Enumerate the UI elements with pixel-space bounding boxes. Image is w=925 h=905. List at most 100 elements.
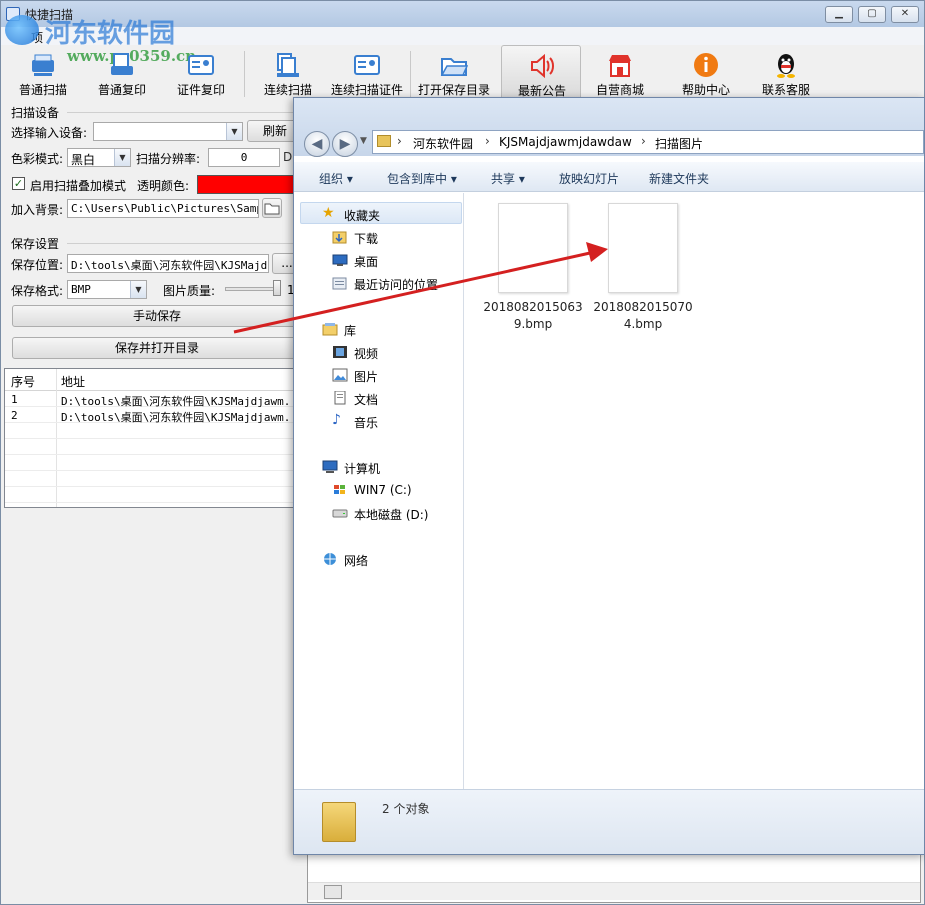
file-item[interactable]: 20180820150639.bmp <box>483 203 583 333</box>
download-folder-icon <box>332 231 347 244</box>
contact-service-label: 联系客服 <box>761 83 810 97</box>
network-icon <box>324 553 336 565</box>
nav-computer-label: 计算机 <box>344 462 381 476</box>
new-folder-button[interactable]: 新建文件夹 <box>649 170 709 187</box>
contact-service-button[interactable]: 联系客服 <box>746 45 826 101</box>
row-index: 1 <box>11 393 18 406</box>
address-bar[interactable]: › 河东软件园 › KJSMajdjawmjdawdaw › 扫描图片 <box>372 130 924 154</box>
overlay-checkbox[interactable]: ✓ <box>12 177 25 190</box>
share-menu[interactable]: 共享 ▾ <box>491 170 525 187</box>
toolbar-separator <box>410 51 411 97</box>
store-label: 自营商城 <box>595 83 644 97</box>
normal-scan-button[interactable]: 普通扫描 <box>3 45 83 101</box>
save-location-input[interactable]: D:\tools\桌面\河东软件园\KJSMajdj <box>67 254 269 273</box>
chevron-down-icon: ▼ <box>130 281 146 298</box>
save-and-open-dir-button[interactable]: 保存并打开目录 <box>12 337 302 359</box>
maximize-button[interactable]: ▢ <box>858 6 886 23</box>
horizontal-scrollbar[interactable] <box>308 882 920 900</box>
store-icon <box>609 55 631 77</box>
item-count: 2 个对象 <box>382 802 430 816</box>
continuous-scan-label: 连续扫描 <box>263 83 312 97</box>
preview-area <box>307 853 921 903</box>
help-center-button[interactable]: 帮助中心 <box>666 45 746 101</box>
help-icon <box>694 53 718 77</box>
row-index: 2 <box>11 409 18 422</box>
save-format-select[interactable]: BMP ▼ <box>67 280 147 299</box>
recent-pages-chevron-icon[interactable]: ▼ <box>360 136 367 146</box>
details-pane: 2 个对象 <box>294 789 924 854</box>
explorer-header: ◀ ▶ ▼ › 河东软件园 › KJSMajdjawmjdawdaw › 扫描图… <box>294 98 924 157</box>
nav-music-label: 音乐 <box>354 416 379 430</box>
hard-drive-icon <box>332 509 348 518</box>
manual-save-button[interactable]: 手动保存 <box>12 305 302 327</box>
forward-button[interactable]: ▶ <box>332 131 358 157</box>
windows-drive-icon <box>334 485 345 494</box>
browse-background-button[interactable] <box>262 198 282 218</box>
table-row[interactable]: 2 D:\tools\桌面\河东软件园\KJSMajdjawm... <box>5 407 304 424</box>
save-format-value: BMP <box>71 283 91 296</box>
file-item[interactable]: 20180820150704.bmp <box>593 203 693 333</box>
document-icon <box>334 391 346 405</box>
breadcrumb-separator-icon: › <box>485 134 490 148</box>
column-address[interactable]: 地址 <box>61 373 85 390</box>
recent-places-icon <box>332 277 347 290</box>
scan-settings-title: 扫描设备 <box>11 106 60 120</box>
breadcrumb-item[interactable]: KJSMajdjawmjdawdaw <box>499 135 632 149</box>
transparent-color-picker[interactable] <box>197 175 297 194</box>
color-mode-select[interactable]: 黑白 ▼ <box>67 148 131 167</box>
minimize-button[interactable]: ▁ <box>825 6 853 23</box>
breadcrumb-item[interactable]: 扫描图片 <box>655 135 703 152</box>
file-name: 20180820150704.bmp <box>593 300 693 331</box>
bitmap-thumbnail-icon <box>608 203 678 293</box>
id-copy-button[interactable]: 证件复印 <box>161 45 241 101</box>
breadcrumb-item[interactable]: 河东软件园 <box>413 135 473 152</box>
store-button[interactable]: 自营商城 <box>580 45 660 101</box>
image-quality-slider-thumb[interactable] <box>273 280 281 296</box>
arrow-right-icon: ▶ <box>339 136 351 152</box>
nav-downloads-label: 下载 <box>354 232 379 246</box>
column-index[interactable]: 序号 <box>11 373 35 390</box>
table-row[interactable]: 1 D:\tools\桌面\河东软件园\KJSMajdjawm... <box>5 391 304 408</box>
background-label: 加入背景: <box>11 203 64 217</box>
image-quality-label: 图片质量: <box>163 284 216 298</box>
bitmap-thumbnail-icon <box>498 203 568 293</box>
continuous-scan-button[interactable]: 连续扫描 <box>248 45 328 101</box>
background-input[interactable]: C:\Users\Public\Pictures\Sample <box>67 199 259 218</box>
transparent-color-label: 透明颜色: <box>137 179 190 193</box>
table-row-empty <box>5 471 303 487</box>
normal-copy-button[interactable]: 普通复印 <box>82 45 162 101</box>
latest-notice-button[interactable]: 最新公告 <box>501 45 581 101</box>
table-row-empty <box>5 423 303 439</box>
input-device-select[interactable]: ▼ <box>93 122 243 141</box>
id-copy-label: 证件复印 <box>176 83 225 97</box>
nav-desktop-label: 桌面 <box>354 255 379 269</box>
file-name: 20180820150639.bmp <box>483 300 583 331</box>
chevron-down-icon: ▼ <box>114 149 130 166</box>
normal-copy-label: 普通复印 <box>97 83 146 97</box>
open-save-dir-button[interactable]: 打开保存目录 <box>414 45 494 101</box>
nav-documents-label: 文档 <box>354 393 379 407</box>
continuous-id-scan-button[interactable]: 连续扫描证件 <box>327 45 407 101</box>
list-header: 序号 地址 <box>5 369 303 391</box>
music-note-icon: ♪ <box>332 412 341 428</box>
id-card-icon <box>188 55 214 75</box>
group-divider <box>67 243 303 244</box>
breadcrumb-separator-icon: › <box>397 134 402 148</box>
continuous-id-scan-label: 连续扫描证件 <box>330 83 403 97</box>
arrow-left-icon: ◀ <box>311 136 323 152</box>
back-button[interactable]: ◀ <box>304 131 330 157</box>
scrollbar-thumb[interactable] <box>324 885 342 899</box>
organize-menu[interactable]: 组织 ▾ <box>319 170 353 187</box>
folder-icon <box>377 135 391 147</box>
help-center-label: 帮助中心 <box>681 83 730 97</box>
include-in-library-menu[interactable]: 包含到库中 ▾ <box>387 170 457 187</box>
explorer-window: ◀ ▶ ▼ › 河东软件园 › KJSMajdjawmjdawdaw › 扫描图… <box>293 97 925 855</box>
normal-scan-label: 普通扫描 <box>18 83 67 97</box>
close-button[interactable]: ✕ <box>891 6 919 23</box>
star-icon: ★ <box>322 205 335 221</box>
slideshow-button[interactable]: 放映幻灯片 <box>559 170 619 187</box>
command-bar: 组织 ▾ 包含到库中 ▾ 共享 ▾ 放映幻灯片 新建文件夹 <box>294 162 924 192</box>
nav-drive-d-label: 本地磁盘 (D:) <box>354 508 429 522</box>
resolution-label: 扫描分辨率: <box>136 152 201 166</box>
resolution-input[interactable]: 0 <box>208 148 280 167</box>
